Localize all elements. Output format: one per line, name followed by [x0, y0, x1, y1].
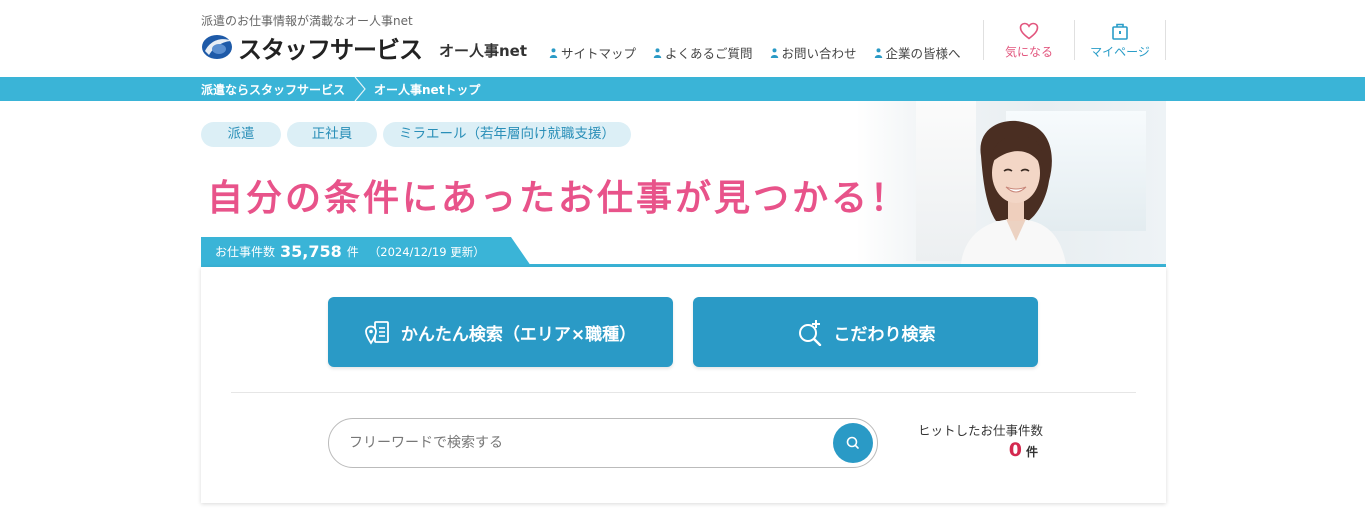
header-divider — [1165, 20, 1166, 60]
heart-icon — [1019, 22, 1039, 40]
tab-seishain[interactable]: 正社員 — [287, 122, 377, 147]
panel-divider — [231, 392, 1136, 393]
freeword-search-input[interactable] — [349, 419, 829, 467]
logo-mark-icon — [201, 33, 235, 61]
breadcrumb-home-link[interactable]: 派遣ならスタッフサービス — [201, 81, 345, 98]
search-submit-button[interactable] — [833, 423, 873, 463]
job-count-value: 35,758 — [280, 242, 342, 261]
job-count-label: お仕事件数 — [215, 245, 276, 259]
hit-count-value: 0 — [1008, 439, 1022, 461]
person-icon — [549, 47, 558, 58]
hero-banner: 派遣 正社員 ミラエール（若年層向け就職支援） 自分の条件にあったお仕事が見つか… — [201, 101, 1166, 267]
search-icon — [846, 436, 859, 449]
tagline: 派遣のお仕事情報が満載なオー人事net — [201, 14, 413, 28]
hit-count: 0件 — [921, 439, 1038, 461]
freeword-search-field — [328, 418, 878, 468]
job-count-unit: 件 — [346, 245, 359, 259]
hero-headline: 自分の条件にあったお仕事が見つかる！ — [207, 178, 910, 219]
logo-text: スタッフサービス — [238, 35, 423, 64]
breadcrumb-current[interactable]: オー人事netトップ — [374, 81, 480, 98]
map-pin-list-icon — [364, 321, 389, 345]
site-header: 派遣のお仕事情報が満載なオー人事net スタッフサービス オー人事net サイト… — [0, 0, 1365, 77]
favorites-button[interactable]: 気になる — [984, 20, 1074, 60]
job-type-tabs: 派遣 正社員 ミラエール（若年層向け就職支援） — [201, 122, 631, 147]
tab-miraeru[interactable]: ミラエール（若年層向け就職支援） — [383, 122, 631, 147]
person-icon — [653, 47, 662, 58]
detail-search-button[interactable]: こだわり検索 — [693, 297, 1038, 367]
hit-count-unit: 件 — [1025, 445, 1038, 459]
nav-faq-link[interactable]: よくあるご質問 — [653, 43, 753, 62]
nav-companies-link[interactable]: 企業の皆様へ — [874, 43, 961, 62]
mypage-button[interactable]: マイページ — [1075, 20, 1165, 60]
nav-label: お問い合わせ — [781, 46, 857, 61]
search-plus-icon — [798, 320, 821, 346]
easy-search-label: かんたん検索（エリア×職種） — [400, 324, 637, 345]
hit-count-label: ヒットしたお仕事件数 — [918, 423, 1044, 438]
tab-haken[interactable]: 派遣 — [201, 122, 281, 147]
utility-nav: サイトマップ よくあるご質問 お問い合わせ 企業の皆様へ — [549, 43, 961, 62]
nav-label: よくあるご質問 — [665, 46, 753, 61]
detail-search-label: こだわり検索 — [833, 324, 936, 345]
nav-contact-link[interactable]: お問い合わせ — [770, 43, 857, 62]
nav-label: サイトマップ — [561, 46, 637, 61]
favorites-label: 気になる — [1004, 45, 1053, 59]
job-count-banner: お仕事件数 35,758 件 （2024/12/19 更新） — [201, 237, 531, 266]
mypage-label: マイページ — [1090, 45, 1150, 59]
nav-label: 企業の皆様へ — [885, 46, 961, 61]
easy-search-button[interactable]: かんたん検索（エリア×職種） — [328, 297, 673, 367]
bag-icon — [1112, 23, 1128, 40]
job-count-updated: （2024/12/19 更新） — [368, 244, 485, 259]
staffservice-logo[interactable]: スタッフサービス — [201, 32, 423, 64]
breadcrumb: 派遣ならスタッフサービス オー人事netトップ — [201, 77, 480, 101]
chevron-right-icon — [354, 77, 366, 101]
person-icon — [770, 47, 778, 58]
person-icon — [874, 47, 882, 58]
brand-subtitle: オー人事net — [439, 42, 528, 60]
search-panel: かんたん検索（エリア×職種） こだわり検索 ヒットしたお仕事件数 0件 — [201, 267, 1166, 503]
breadcrumb-bar: 派遣ならスタッフサービス オー人事netトップ — [0, 77, 1365, 101]
nav-sitemap-link[interactable]: サイトマップ — [549, 43, 636, 62]
